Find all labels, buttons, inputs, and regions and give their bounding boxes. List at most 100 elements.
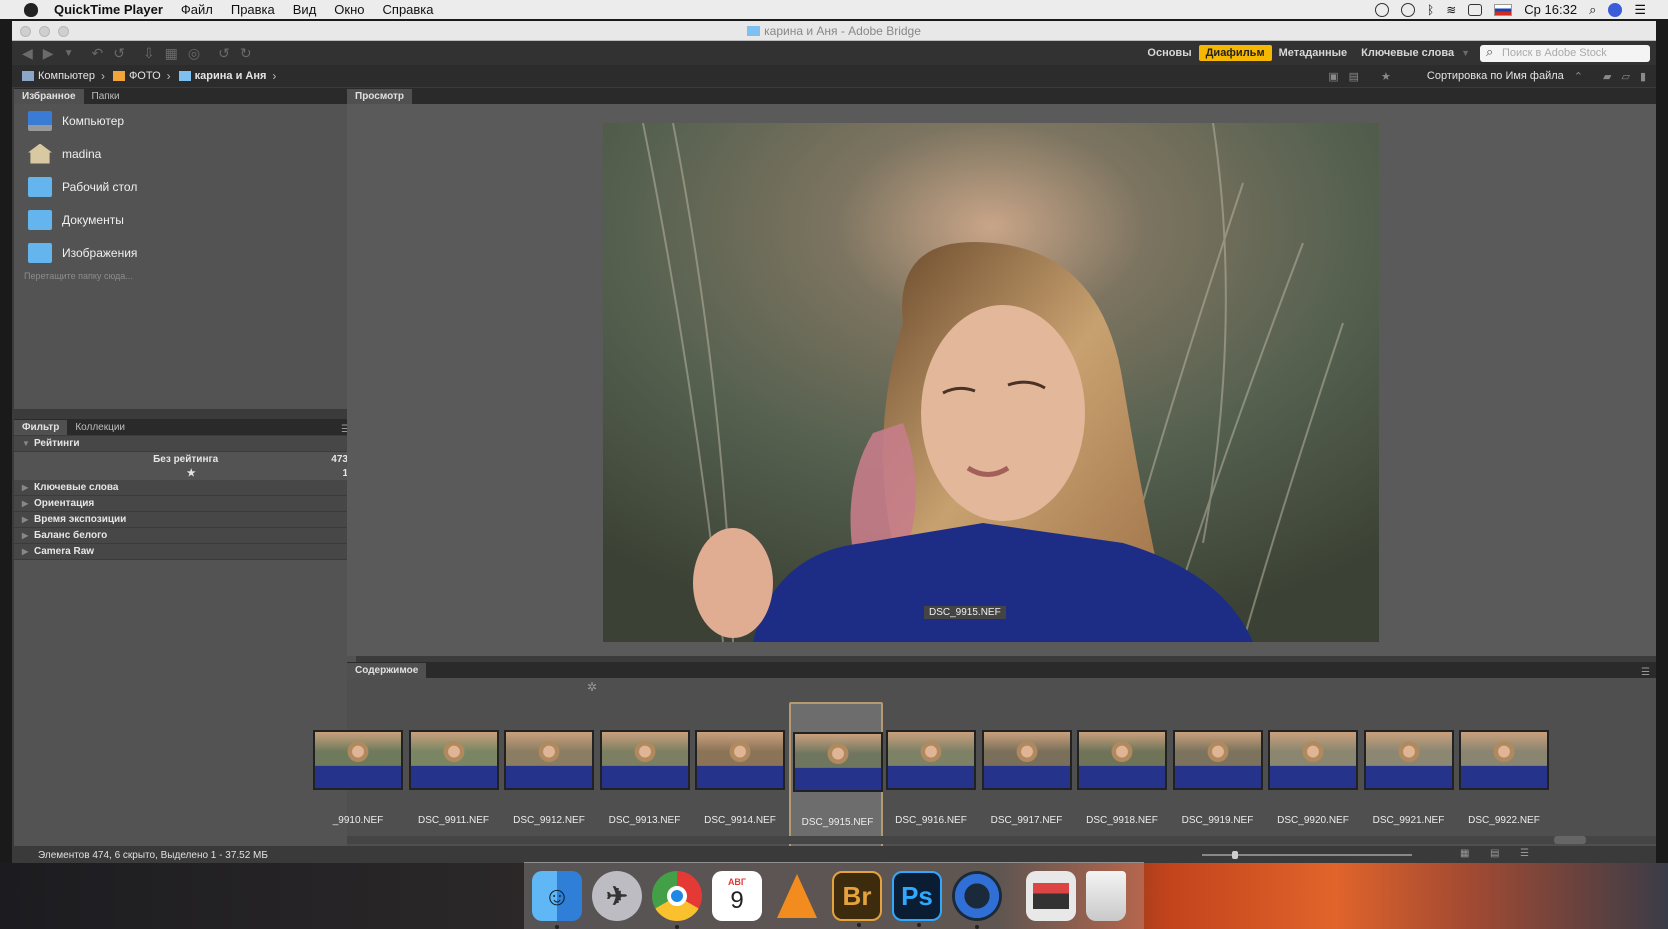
open-in-camera-raw-icon[interactable]: ◎ — [188, 45, 200, 62]
tab-content[interactable]: Содержимое — [347, 663, 427, 678]
menu-edit[interactable]: Правка — [231, 2, 275, 17]
menu-help[interactable]: Справка — [383, 2, 434, 17]
workspace-metadata[interactable]: Метаданные — [1272, 45, 1355, 61]
menu-view[interactable]: Вид — [293, 2, 317, 17]
thumbnail[interactable]: DSC_9912.NEF — [502, 702, 596, 848]
panel-menu-icon[interactable]: ☰ — [1641, 667, 1650, 678]
thumbnail-image[interactable] — [886, 730, 976, 790]
thumbnail[interactable]: DSC_9920.NEF — [1266, 702, 1360, 848]
thumbnail-image[interactable] — [981, 730, 1072, 790]
trash-icon[interactable] — [1086, 871, 1126, 921]
thumbnail-selected[interactable]: DSC_9915.NEF — [788, 702, 883, 848]
clock[interactable]: Ср 16:32 — [1524, 2, 1577, 17]
breadcrumb-computer[interactable]: Компьютер — [22, 70, 95, 82]
preview-app-icon[interactable] — [1026, 871, 1076, 921]
thumbnail[interactable]: _9910.NEF — [311, 702, 405, 848]
apple-icon[interactable] — [24, 2, 38, 17]
tab-filter[interactable]: Фильтр — [14, 420, 68, 435]
launchpad-icon[interactable]: ✈ — [592, 871, 642, 921]
thumbnail-image[interactable] — [1268, 730, 1358, 790]
list-view-icon[interactable]: ☰ — [1520, 848, 1529, 859]
details-view-icon[interactable]: ▤ — [1490, 848, 1499, 859]
slider-knob[interactable] — [1232, 851, 1238, 859]
tab-preview[interactable]: Просмотр — [347, 89, 412, 104]
filter-one-star[interactable]: ★ 1 — [14, 466, 356, 480]
creative-cloud-icon[interactable] — [1401, 2, 1416, 17]
view-options-icon[interactable]: ▤ — [1349, 70, 1359, 83]
reveal-recent-icon[interactable]: ↺ — [113, 45, 125, 62]
thumbnail[interactable]: DSC_9914.NEF — [693, 702, 787, 848]
grid-view-icon[interactable]: ▦ — [1460, 848, 1469, 859]
thumbnail[interactable]: DSC_9919.NEF — [1171, 702, 1265, 848]
thumbnail-size-slider[interactable] — [1202, 851, 1412, 859]
workspace-essentials[interactable]: Основы — [1140, 45, 1198, 61]
finder-icon[interactable]: ☺ — [532, 871, 582, 929]
tab-collections[interactable]: Коллекции — [67, 420, 133, 435]
tab-folders[interactable]: Папки — [84, 89, 128, 104]
preview-photo[interactable] — [603, 123, 1379, 642]
horizontal-scrollbar[interactable] — [347, 836, 1656, 844]
thumbnail-image[interactable] — [504, 730, 594, 790]
thumbnail-image[interactable] — [1172, 730, 1263, 790]
quality-view-icon[interactable]: ▣ — [1328, 70, 1338, 83]
thumbnail-image[interactable] — [792, 732, 883, 792]
favorite-pictures[interactable]: Изображения — [14, 236, 356, 269]
airplay-icon[interactable] — [1468, 3, 1483, 16]
rotate-left-icon[interactable]: ↺ — [218, 45, 230, 62]
thumbnail[interactable]: DSC_9913.NEF — [598, 702, 692, 848]
filter-section-keywords[interactable]: ▶ Ключевые слова — [14, 480, 356, 496]
chrome-icon[interactable] — [652, 871, 702, 929]
sort-ascending-icon[interactable]: ⌃ — [1574, 70, 1583, 83]
thumbnail[interactable]: DSC_9917.NEF — [980, 702, 1074, 848]
filter-section-ratings[interactable]: ▼ Рейтинги — [14, 436, 356, 452]
thumbnail[interactable]: DSC_9911.NEF — [407, 702, 501, 848]
scrollbar-thumb[interactable] — [1554, 836, 1586, 844]
thumbnail-image[interactable] — [408, 730, 499, 790]
filter-section-camera-raw[interactable]: ▶ Camera Raw — [14, 544, 356, 560]
favorite-computer[interactable]: Компьютер — [14, 104, 356, 137]
record-icon[interactable] — [1375, 2, 1390, 17]
boomerang-icon[interactable]: ↶ — [91, 45, 103, 62]
thumbnail[interactable]: DSC_9916.NEF — [884, 702, 978, 848]
thumbnail[interactable]: DSC_9918.NEF — [1075, 702, 1169, 848]
thumbnail[interactable]: DSC_9921.NEF — [1362, 702, 1456, 848]
camera-download-icon[interactable]: ⇩ — [143, 45, 155, 62]
thumbnail-image[interactable] — [1363, 730, 1454, 790]
filter-section-white-balance[interactable]: ▶ Баланс белого — [14, 528, 356, 544]
spotlight-search-icon[interactable]: ⌕ — [1589, 2, 1596, 18]
refine-icon[interactable]: ▦ — [165, 45, 178, 62]
thumbnail-image[interactable] — [599, 730, 690, 790]
vlc-icon[interactable] — [772, 871, 822, 921]
trash-icon[interactable]: ▮ — [1640, 70, 1646, 83]
menu-file[interactable]: Файл — [181, 2, 213, 17]
notification-center-icon[interactable]: ☰ — [1634, 2, 1646, 18]
workspace-filmstrip[interactable]: Диафильм — [1198, 45, 1272, 61]
back-icon[interactable]: ◀ — [22, 45, 33, 62]
thumbnail[interactable]: DSC_9922.NEF — [1457, 702, 1551, 848]
adobe-bridge-icon[interactable]: Br — [832, 871, 882, 927]
forward-icon[interactable]: ▶ — [43, 45, 54, 62]
filter-section-exposure[interactable]: ▶ Время экспозиции — [14, 512, 356, 528]
quicktime-icon[interactable] — [952, 871, 1002, 929]
recent-dropdown-icon[interactable]: ▼ — [64, 48, 74, 59]
workspace-dropdown-icon[interactable]: ▼ — [1461, 48, 1470, 58]
favorite-desktop[interactable]: Рабочий стол — [14, 170, 356, 203]
rotate-right-icon[interactable]: ↻ — [240, 45, 252, 62]
filter-rating-star-icon[interactable]: ★ — [1381, 70, 1391, 83]
tab-favorites[interactable]: Избранное — [14, 89, 84, 104]
calendar-icon[interactable]: АВГ 9 — [712, 871, 762, 921]
menu-app-name[interactable]: QuickTime Player — [54, 2, 163, 17]
favorite-home[interactable]: madina — [14, 137, 356, 170]
thumbnail-image[interactable] — [313, 730, 403, 790]
breadcrumb-current-folder[interactable]: карина и Аня — [178, 70, 266, 82]
thumbnail-image[interactable] — [695, 730, 785, 790]
stock-search-input[interactable]: Поиск в Adobe Stock — [1480, 44, 1650, 62]
breadcrumb-photo[interactable]: ФОТО — [112, 70, 161, 82]
sort-dropdown[interactable]: Сортировка по Имя файла — [1427, 70, 1564, 82]
thumbnail-image[interactable] — [1077, 730, 1167, 790]
photoshop-icon[interactable]: Ps — [892, 871, 942, 927]
filter-no-rating[interactable]: Без рейтинга 473 — [14, 452, 356, 466]
thumbnail-image[interactable] — [1459, 730, 1549, 790]
workspace-keywords[interactable]: Ключевые слова — [1354, 45, 1461, 61]
wifi-icon[interactable]: ≋ — [1446, 3, 1456, 17]
